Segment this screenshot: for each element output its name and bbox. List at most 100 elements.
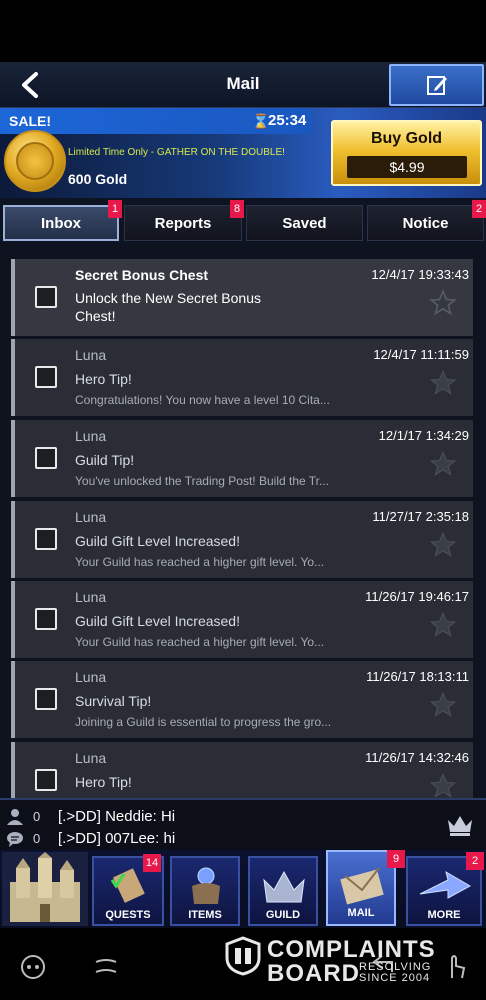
mail-row[interactable]: Luna 11/26/17 18:13:11 Survival Tip! Joi…	[11, 661, 473, 738]
mail-preview: Your Guild has reached a higher gift lev…	[75, 635, 325, 649]
tab-notice[interactable]: Notice	[367, 205, 484, 241]
mail-checkbox[interactable]	[35, 366, 57, 388]
tab-reports-badge: 8	[230, 200, 244, 218]
mail-date: 11/27/17 2:35:18	[372, 509, 469, 524]
more-arrow-icon	[419, 870, 472, 899]
chat-message: [.>DD] 007Lee: hi	[58, 830, 176, 847]
guild-crown-icon	[263, 870, 305, 903]
mail-sender: Luna	[75, 589, 107, 605]
mail-row[interactable]: Secret Bonus Chest 12/4/17 19:33:43 Unlo…	[11, 259, 473, 336]
nav-quests-badge: 14	[143, 854, 161, 872]
mail-subject: Guild Gift Level Increased!	[75, 613, 240, 629]
mail-sender: Luna	[75, 347, 107, 363]
buy-gold-label: Buy Gold	[370, 130, 443, 147]
watermark-tag2: SINCE 2004	[359, 972, 431, 984]
chat-strip[interactable]: 0 [.>DD] Neddie: Hi 0 [.>DD] 007Lee: hi	[0, 798, 486, 850]
tab-notice-badge: 2	[472, 200, 486, 218]
chat-count: 0	[33, 831, 41, 846]
compose-button[interactable]	[389, 64, 484, 106]
mail-date: 12/1/17 1:34:29	[378, 428, 469, 443]
status-bar	[0, 0, 486, 62]
mail-preview: Congratulations! You now have a level 10…	[75, 393, 330, 407]
compose-icon	[426, 76, 447, 95]
items-bag-icon	[192, 867, 220, 904]
nav-mail[interactable]: MAIL	[326, 850, 396, 926]
mail-date: 12/4/17 19:33:43	[371, 267, 469, 282]
tab-inbox-badge: 1	[108, 200, 122, 218]
players-icon	[7, 809, 23, 825]
mail-checkbox[interactable]	[35, 769, 57, 791]
chat-message: [.>DD] Neddie: Hi	[58, 808, 176, 825]
mail-envelope-icon	[340, 867, 384, 905]
hourglass-icon: ⌛	[252, 113, 270, 129]
mail-tabs: Inbox 1 Reports 8 Saved Notice 2	[0, 198, 486, 246]
mail-preview: Joining a Guild is essential to progress…	[75, 715, 332, 729]
mail-date: 11/26/17 14:32:46	[365, 750, 469, 765]
star-icon[interactable]	[429, 289, 457, 317]
chat-row: 0 [.>DD] 007Lee: hi	[0, 828, 486, 850]
mail-subject: Guild Gift Level Increased!	[75, 533, 240, 549]
shield-logo-icon	[225, 936, 261, 976]
mail-sender: Luna	[75, 669, 107, 685]
mail-checkbox[interactable]	[35, 447, 57, 469]
tab-inbox[interactable]: Inbox	[3, 205, 119, 241]
recent-apps-icon[interactable]	[92, 954, 120, 980]
mail-subject: Survival Tip!	[75, 693, 152, 709]
mail-date: 11/26/17 18:13:11	[366, 669, 469, 684]
mail-checkbox[interactable]	[35, 528, 57, 550]
mail-sender: Luna	[75, 509, 107, 525]
mail-row[interactable]: Luna 12/4/17 11:11:59 Hero Tip! Congratu…	[11, 339, 473, 416]
nav-more-badge: 2	[466, 852, 484, 870]
mail-subject: Hero Tip!	[75, 774, 132, 790]
crown-icon[interactable]	[446, 812, 474, 836]
nav-label: MAIL	[347, 907, 375, 919]
mail-row[interactable]: Luna 12/1/17 1:34:29 Guild Tip! You've u…	[11, 420, 473, 497]
mail-subject: Guild Tip!	[75, 452, 135, 468]
nav-label: MORE	[427, 909, 461, 921]
gold-coin-icon	[4, 130, 66, 192]
mail-row[interactable]: Luna 11/27/17 2:35:18 Guild Gift Level I…	[11, 501, 473, 578]
mail-row[interactable]: Luna 11/26/17 14:32:46 Hero Tip!	[11, 742, 473, 798]
buy-gold-price: $4.99	[347, 156, 467, 178]
mail-sender: Luna	[75, 428, 107, 444]
mail-subject: Unlock the New Secret Bonus Chest!	[75, 290, 261, 324]
nav-items[interactable]: ITEMS	[170, 856, 240, 926]
chat-row: 0 [.>DD] Neddie: Hi	[0, 806, 486, 828]
tab-label: Saved	[282, 214, 327, 232]
nav-label: ITEMS	[188, 909, 222, 921]
star-icon[interactable]	[429, 531, 457, 559]
mail-sender: Secret Bonus Chest	[75, 267, 209, 283]
mail-date: 11/26/17 19:46:17	[365, 589, 469, 604]
mail-checkbox[interactable]	[35, 688, 57, 710]
tab-saved[interactable]: Saved	[246, 205, 363, 241]
tab-label: Notice	[402, 214, 449, 232]
mail-preview: You've unlocked the Trading Post! Build …	[75, 474, 330, 488]
mail-sender: Luna	[75, 750, 107, 766]
star-icon[interactable]	[429, 691, 457, 719]
sale-bar: SALE! ⌛ 25:34	[0, 108, 312, 134]
sale-gold-amount: 600 Gold	[68, 171, 128, 187]
watermark-tagline: RESOLVING SINCE 2004	[359, 962, 431, 984]
mail-row[interactable]: Luna 11/26/17 19:46:17 Guild Gift Level …	[11, 581, 473, 658]
star-icon[interactable]	[429, 611, 457, 639]
mail-list: Secret Bonus Chest 12/4/17 19:33:43 Unlo…	[0, 246, 486, 798]
sale-timer: 25:34	[268, 112, 307, 129]
sale-promo-text: Limited Time Only - GATHER ON THE DOUBLE…	[68, 147, 285, 158]
castle-button[interactable]	[2, 852, 88, 926]
tab-label: Inbox	[41, 214, 81, 232]
sale-label: SALE!	[9, 113, 51, 129]
star-icon[interactable]	[429, 772, 457, 798]
star-icon[interactable]	[429, 369, 457, 397]
buy-gold-button[interactable]: Buy Gold $4.99	[331, 120, 482, 186]
star-icon[interactable]	[429, 450, 457, 478]
gamepad-icon[interactable]	[20, 954, 46, 980]
tab-reports[interactable]: Reports	[124, 205, 242, 241]
mail-preview: Your Guild has reached a higher gift lev…	[75, 555, 325, 569]
mail-checkbox[interactable]	[35, 608, 57, 630]
nav-guild[interactable]: GUILD	[248, 856, 318, 926]
quest-scroll-icon	[110, 868, 145, 903]
mail-date: 12/4/17 11:11:59	[373, 347, 469, 362]
tab-label: Reports	[154, 214, 212, 232]
mail-checkbox[interactable]	[35, 286, 57, 308]
touch-icon[interactable]	[442, 950, 470, 980]
